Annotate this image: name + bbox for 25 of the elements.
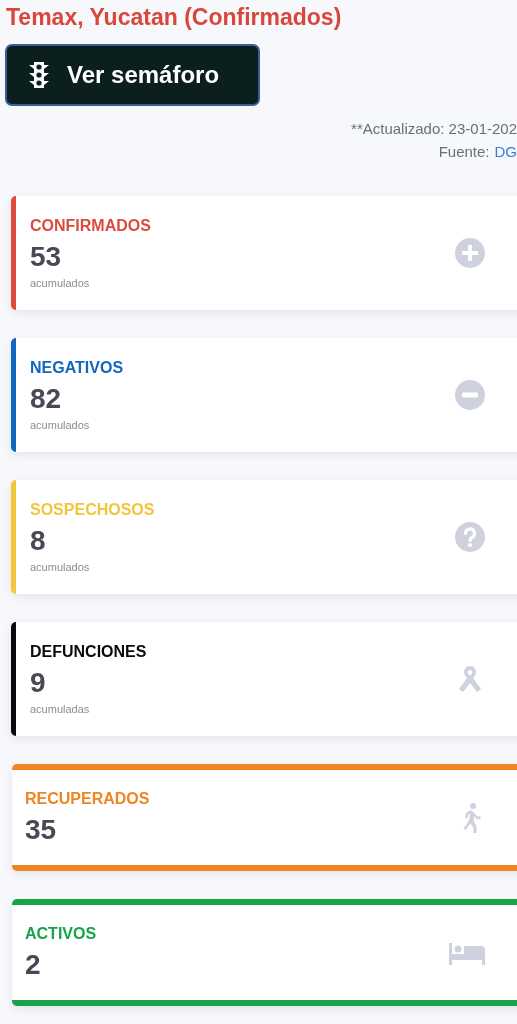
stat-value: 82 — [30, 383, 63, 415]
traffic-light-icon — [29, 61, 49, 89]
source-link[interactable]: DG — [494, 143, 517, 160]
stat-value: 8 — [30, 525, 47, 557]
stat-label: NEGATIVOS — [30, 359, 125, 377]
traffic-light-button[interactable]: Ver semáforo — [5, 44, 260, 106]
stat-label: DEFUNCIONES — [30, 643, 148, 661]
stat-caption: acumulados — [30, 419, 91, 431]
updated-date: **Actualizado: 23-01-202 — [351, 120, 517, 137]
stat-label: CONFIRMADOS — [30, 217, 152, 235]
page-title: Temax, Yucatan (Confirmados) — [6, 3, 343, 32]
stat-caption: acumulados — [30, 277, 91, 289]
stat-value: 9 — [30, 667, 47, 699]
stat-label: SOSPECHOSOS — [30, 501, 156, 519]
source-label: Fuente: — [438, 143, 490, 160]
stat-label: RECUPERADOS — [25, 789, 151, 808]
question-icon — [454, 521, 486, 553]
stat-value: 35 — [25, 813, 58, 846]
stat-caption: acumuladas — [30, 703, 91, 715]
stat-value: 53 — [30, 241, 63, 273]
stat-label: ACTIVOS — [25, 924, 98, 943]
plus-icon — [454, 237, 486, 269]
stat-value: 2 — [25, 948, 42, 981]
stat-caption: acumulados — [30, 561, 91, 573]
minus-icon — [454, 379, 486, 411]
